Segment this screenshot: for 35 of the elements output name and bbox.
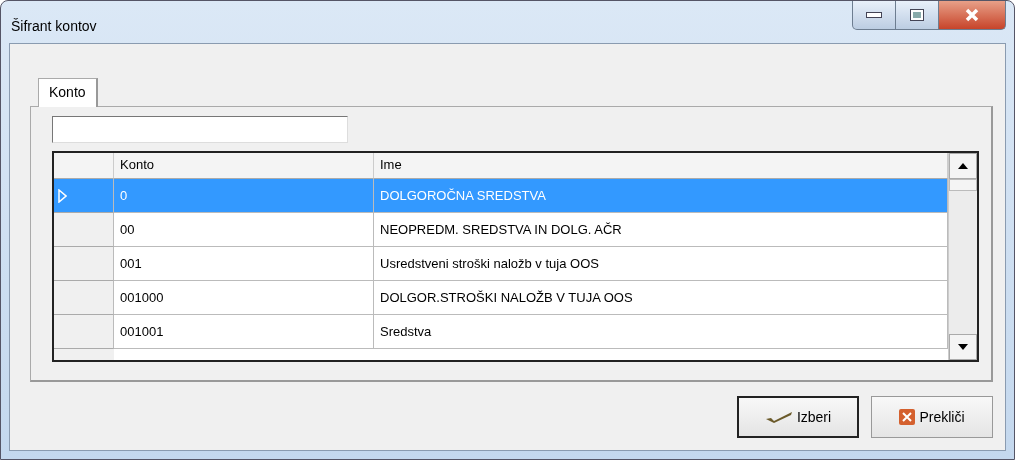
close-button[interactable] (939, 1, 1006, 30)
minimize-button[interactable] (852, 1, 896, 30)
row-header[interactable] (54, 213, 114, 247)
scroll-up-icon[interactable] (958, 163, 968, 169)
row-header[interactable] (54, 315, 114, 349)
scrollbar[interactable] (948, 153, 977, 360)
scroll-thumb[interactable] (949, 179, 977, 191)
table-cell: Usredstveni stroški naložb v tuja OOS (374, 247, 948, 281)
maximize-icon (910, 9, 924, 21)
table-cell: 001000 (114, 281, 374, 315)
search-field[interactable] (52, 116, 348, 143)
row-header[interactable] (54, 247, 114, 281)
maximize-button[interactable] (896, 1, 939, 30)
table-cell: NEOPREDM. SREDSTVA IN DOLG. AČR (374, 213, 948, 247)
table-cell: DOLGOROČNA SREDSTVA (374, 179, 948, 213)
table-cell: DOLGOR.STROŠKI NALOŽB V TUJA OOS (374, 281, 948, 315)
close-icon (899, 409, 916, 425)
column-header[interactable]: Konto (114, 153, 374, 179)
table-cell: 001 (114, 247, 374, 281)
table-cell: 001001 (114, 315, 374, 349)
tab[interactable]: Konto (38, 78, 98, 107)
minimize-icon (866, 12, 882, 18)
table-cell: Sredstva (374, 315, 948, 349)
row-header[interactable] (54, 281, 114, 315)
current-row-icon (58, 188, 67, 203)
window-title: Šifrant kontov (10, 17, 97, 34)
cancel-button[interactable]: Prekliči (871, 396, 993, 438)
checkmark-icon (764, 410, 793, 424)
scroll-down-icon[interactable] (958, 344, 968, 350)
select-button[interactable]: Izberi (737, 396, 859, 438)
row-header[interactable] (54, 179, 114, 213)
column-header[interactable]: Ime (374, 153, 948, 179)
table-cell: 00 (114, 213, 374, 247)
close-icon (964, 8, 980, 22)
table-cell: 0 (114, 179, 374, 213)
